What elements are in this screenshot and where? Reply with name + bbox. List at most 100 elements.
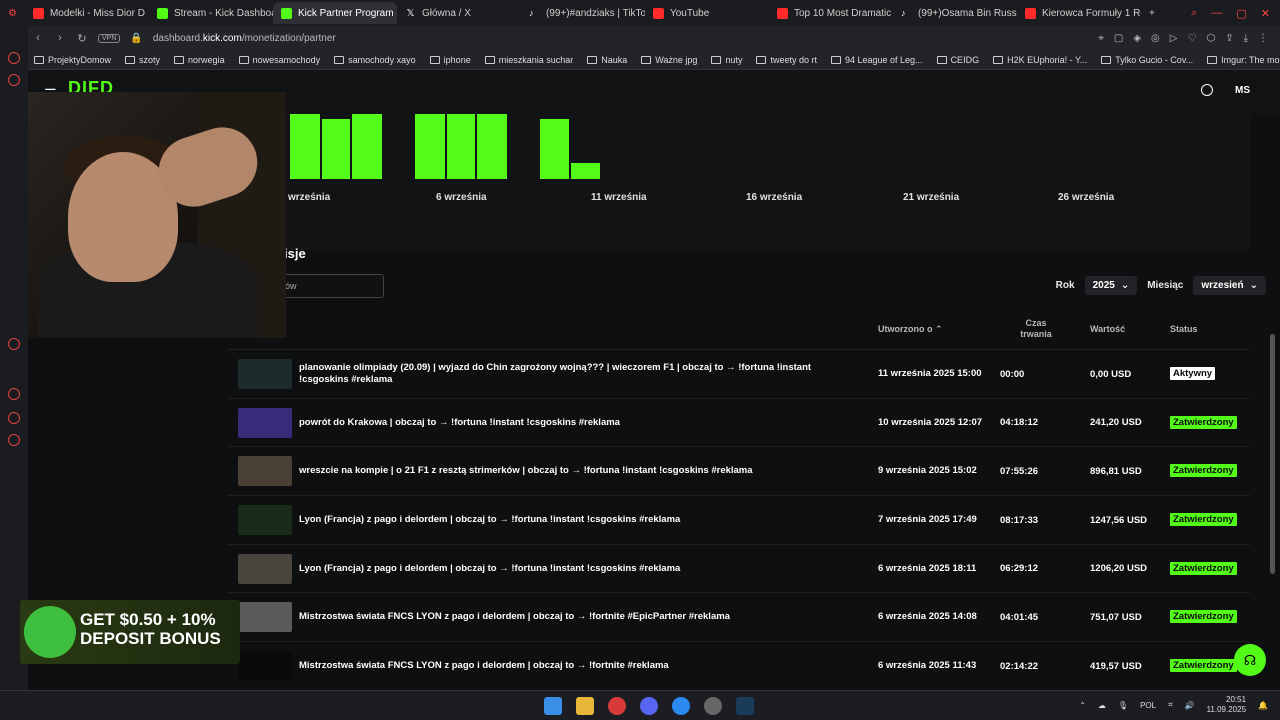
table-row[interactable]: Lyon (Francja) z pago i delordem | obcza… xyxy=(228,545,1250,594)
page-scrollbar[interactable] xyxy=(1270,334,1275,574)
stream-thumbnail[interactable] xyxy=(238,505,292,536)
network-icon[interactable]: ⌗ xyxy=(1168,700,1173,710)
avatar[interactable]: MS xyxy=(1235,85,1250,96)
stream-thumbnail[interactable] xyxy=(238,359,292,389)
messenger-icon[interactable] xyxy=(672,697,690,715)
bookmark-item[interactable]: nowesamochody xyxy=(238,55,320,65)
browser-tab[interactable]: ♪ (99+)#andziaks | TikTok xyxy=(521,2,645,24)
stream-duration: 02:14:22 xyxy=(1000,660,1039,672)
stream-title[interactable]: Mistrzostwa świata FNCS LYON z pago i de… xyxy=(299,593,819,641)
status-header[interactable]: Status xyxy=(1170,324,1198,334)
bookmark-item[interactable]: samochody xayo xyxy=(334,55,416,65)
browser-tab[interactable]: Top 10 Most Dramatic M xyxy=(769,2,893,24)
opera-icon[interactable] xyxy=(608,697,626,715)
bookmark-item[interactable]: Ważne jpg xyxy=(641,55,697,65)
reload-icon[interactable]: ↻ xyxy=(76,32,88,45)
stream-title[interactable]: planowanie olimpiady (20.09) | wyjazd do… xyxy=(299,350,819,398)
lock-icon[interactable]: 🔒 xyxy=(130,33,142,44)
notification-icon[interactable]: 🔔 xyxy=(1258,701,1268,710)
duration-header[interactable]: Czas trwania xyxy=(1014,318,1058,340)
stream-thumbnail[interactable] xyxy=(238,602,292,633)
taskbar-clock[interactable]: 20:51 11.09.2025 xyxy=(1207,695,1246,715)
forward-icon[interactable]: › xyxy=(54,32,66,44)
table-row[interactable]: Mistrzostwa świata FNCS LYON z pago i de… xyxy=(228,642,1250,690)
browser-tab[interactable]: Kierowca Formuły 1 Robe xyxy=(1017,2,1141,24)
sidebar-clock-icon[interactable] xyxy=(8,388,20,400)
search-icon[interactable]: ⌕ xyxy=(1191,7,1197,20)
value-header[interactable]: Wartość xyxy=(1090,324,1125,334)
menu-icon[interactable]: ⋮ xyxy=(1258,33,1268,44)
bookmark-item[interactable]: nuty xyxy=(711,55,742,65)
obs-icon[interactable] xyxy=(704,697,722,715)
table-row[interactable]: planowanie olimpiady (20.09) | wyjazd do… xyxy=(228,350,1250,399)
table-row[interactable]: Lyon (Francja) z pago i delordem | obcza… xyxy=(228,496,1250,545)
sidebar-settings-icon[interactable] xyxy=(8,434,20,446)
steam-icon[interactable] xyxy=(736,697,754,715)
discord-icon[interactable] xyxy=(640,697,658,715)
stream-title[interactable]: Mistrzostwa świata FNCS LYON z pago i de… xyxy=(299,642,819,690)
bookmark-item[interactable]: mieszkania suchar xyxy=(484,55,573,65)
year-select[interactable]: 2025 ⌄ xyxy=(1084,276,1138,295)
camera-icon[interactable]: ◎ xyxy=(1151,33,1160,44)
stream-title[interactable]: wreszcie na kompie | o 21 F1 z resztą st… xyxy=(299,447,819,495)
browser-tab[interactable]: Kick Partner Program - K xyxy=(272,2,397,24)
bookmark-item[interactable]: tweety do rt xyxy=(756,55,817,65)
browser-tab[interactable]: Stream - Kick Dashboard xyxy=(149,2,273,24)
close-icon[interactable]: ✕ xyxy=(1261,7,1270,20)
vpn-badge[interactable]: VPN xyxy=(98,33,121,43)
clock-icon[interactable] xyxy=(1201,84,1213,96)
tab-menu-icon[interactable]: ⚙ xyxy=(0,2,25,24)
minimize-icon[interactable]: — xyxy=(1211,7,1222,20)
chat-support-button[interactable]: ☊ xyxy=(1234,644,1266,676)
pin-icon[interactable]: ⌖ xyxy=(1098,33,1104,44)
heart-icon[interactable]: ♡ xyxy=(1187,33,1196,44)
bookmark-item[interactable]: CEIDG xyxy=(936,55,979,65)
language-indicator[interactable]: POL xyxy=(1140,701,1156,710)
screenshot-icon[interactable]: ▢ xyxy=(1114,33,1123,44)
bookmark-item[interactable]: 94 League of Leg... xyxy=(830,55,923,65)
bookmark-item[interactable]: H2K EUphoria! - Y... xyxy=(993,55,1087,65)
created-header[interactable]: Utworzono o ⌃ xyxy=(878,324,943,335)
browser-tab[interactable]: Modelki - Miss Dior D xyxy=(25,2,149,24)
stream-thumbnail[interactable] xyxy=(238,456,292,487)
bookmark-item[interactable]: ProjektyDomow xyxy=(34,55,111,65)
maximize-icon[interactable]: ▢ xyxy=(1236,7,1246,20)
bookmark-item[interactable]: Imgur: The most a... xyxy=(1207,55,1280,65)
mic-icon[interactable]: 🎙 xyxy=(1118,701,1128,710)
bookmark-item[interactable]: iphone xyxy=(429,55,471,65)
windows-start-icon[interactable] xyxy=(544,697,562,715)
stream-title[interactable]: powrót do Krakowa | obczaj to → !fortuna… xyxy=(299,399,819,447)
sidebar-history-icon[interactable] xyxy=(8,74,20,86)
url-field[interactable]: dashboard.kick.com/monetization/partner xyxy=(153,33,336,44)
sidebar-add-icon[interactable] xyxy=(8,338,20,350)
shield-icon[interactable]: ◈ xyxy=(1133,33,1141,44)
table-row[interactable]: wreszcie na kompie | o 21 F1 z resztą st… xyxy=(228,447,1250,497)
browser-tab[interactable]: ♪ (99+)Osama Bin Russell xyxy=(893,2,1017,24)
file-explorer-icon[interactable] xyxy=(576,697,594,715)
cloud-icon[interactable]: ☁ xyxy=(1098,701,1106,710)
month-select[interactable]: wrzesień ⌄ xyxy=(1193,276,1266,295)
browser-tab[interactable]: 𝕏 Główna / X xyxy=(397,2,521,24)
sidebar-player-icon[interactable] xyxy=(8,412,20,424)
back-icon[interactable]: ‹ xyxy=(32,32,44,44)
play-icon[interactable]: ▷ xyxy=(1170,33,1178,44)
share-icon[interactable]: ⇪ xyxy=(1225,33,1233,44)
table-row[interactable]: powrót do Krakowa | obczaj to → !fortuna… xyxy=(228,399,1250,448)
browser-tab[interactable]: YouTube xyxy=(645,2,769,24)
bookmark-item[interactable]: norwegia xyxy=(174,55,225,65)
download-icon[interactable]: ⤓ xyxy=(1244,33,1248,44)
bookmark-item[interactable]: Tylko Gucio - Cov... xyxy=(1101,55,1193,65)
chevron-up-icon[interactable]: ⌃ xyxy=(1079,701,1086,710)
stream-thumbnail[interactable] xyxy=(238,553,292,584)
stream-thumbnail[interactable] xyxy=(238,651,292,682)
sidebar-messenger-icon[interactable] xyxy=(8,52,20,64)
table-row[interactable]: Mistrzostwa świata FNCS LYON z pago i de… xyxy=(228,593,1250,643)
bookmark-item[interactable]: Nauka xyxy=(587,55,627,65)
volume-icon[interactable]: 🔊 xyxy=(1185,701,1195,710)
extensions-icon[interactable]: ⬡ xyxy=(1206,33,1215,44)
stream-title[interactable]: Lyon (Francja) z pago i delordem | obcza… xyxy=(299,496,819,544)
stream-title[interactable]: Lyon (Francja) z pago i delordem | obcza… xyxy=(299,545,819,593)
stream-thumbnail[interactable] xyxy=(238,407,292,438)
new-tab-button[interactable]: + xyxy=(1141,2,1163,24)
bookmark-item[interactable]: szoty xyxy=(125,55,160,65)
